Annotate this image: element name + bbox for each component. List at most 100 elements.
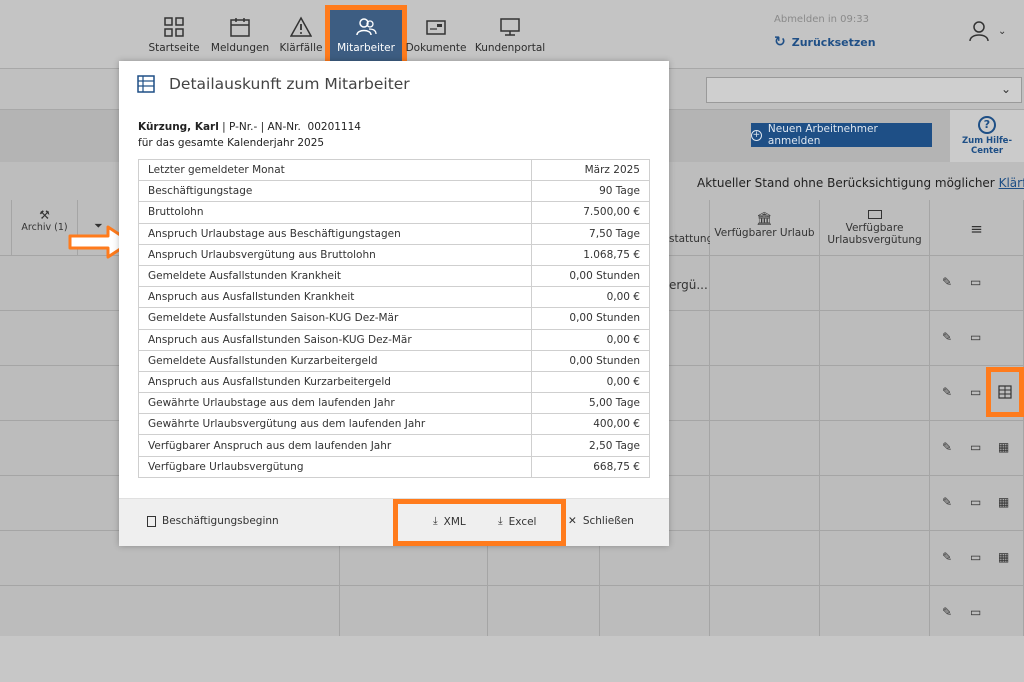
money-icon[interactable]: ▭	[970, 440, 981, 454]
user-icon	[969, 21, 989, 42]
chevron-down-icon: ⌄	[998, 25, 1007, 37]
detail-value: 0,00 €	[531, 370, 650, 394]
calendar-icon	[230, 18, 250, 37]
close-button[interactable]: ✕ Schließen	[568, 515, 634, 527]
nav-meldungen[interactable]: Meldungen	[208, 10, 272, 64]
column-header-verguetung[interactable]: Verfügbare Urlaubsvergütung	[820, 200, 930, 256]
status-line: Aktueller Stand ohne Berücksichtigung mö…	[697, 176, 1024, 190]
column-label: Verfügbare Urlaubsvergütung	[827, 222, 922, 246]
document-icon	[147, 515, 156, 527]
pencil-icon[interactable]: ✎	[942, 605, 952, 619]
detail-row: Letzter gemeldeter Monat März 2025	[138, 158, 650, 182]
table-cell	[820, 256, 930, 311]
new-employee-label: Neuen Arbeitnehmer anmelden	[767, 123, 878, 147]
detail-row: Anspruch aus Ausfallstunden Saison-KUG D…	[138, 328, 650, 351]
plus-circle-icon: +	[751, 129, 762, 141]
question-icon: ?	[978, 116, 996, 134]
detail-value: 0,00 €	[531, 328, 650, 351]
nav-mitarbeiter[interactable]: Mitarbeiter	[325, 5, 407, 69]
detail-value: 0,00 €	[531, 286, 650, 309]
monitor-icon	[500, 18, 520, 36]
column-header	[0, 200, 12, 256]
detail-row: Verfügbarer Anspruch aus dem laufenden J…	[138, 434, 650, 457]
detail-row: Verfügbare Urlaubsvergütung 668,75 €	[138, 455, 650, 478]
detail-value: 2,50 Tage	[531, 434, 650, 457]
detail-label: Verfügbare Urlaubsvergütung	[138, 455, 532, 478]
detail-label: Verfügbarer Anspruch aus dem laufenden J…	[138, 434, 532, 457]
money-icon[interactable]: ▭	[970, 275, 981, 289]
klaerfaelle-link[interactable]: Klärfälle	[999, 176, 1024, 190]
row-partial-text: ergü...	[669, 278, 708, 292]
detail-label: Anspruch aus Ausfallstunden Krankheit	[138, 286, 532, 309]
detail-row: Gewährte Urlaubsvergütung aus dem laufen…	[138, 413, 650, 436]
pencil-icon[interactable]: ✎	[942, 550, 952, 564]
period-text: für das gesamte Kalenderjahr 2025	[138, 137, 325, 149]
detail-value: 0,00 Stunden	[531, 307, 650, 330]
nav-dokumente[interactable]: Dokumente	[402, 10, 470, 64]
column-header-erstattung[interactable]: stattung	[669, 200, 714, 256]
nav-label: Startseite	[148, 42, 200, 54]
pencil-icon[interactable]: ✎	[942, 495, 952, 509]
detail-label: Gewährte Urlaubsvergütung aus dem laufen…	[138, 413, 532, 436]
table-icon[interactable]: ▦	[998, 550, 1009, 564]
help-center-button[interactable]: ? Zum Hilfe-Center	[950, 110, 1024, 162]
pencil-icon[interactable]: ✎	[942, 440, 952, 454]
detail-table-icon-highlight[interactable]	[986, 367, 1024, 417]
detail-value: 5,00 Tage	[531, 392, 650, 415]
table-cell	[710, 421, 820, 476]
nav-klaerfaelle[interactable]: Klärfälle	[272, 10, 330, 64]
nav-label: Mitarbeiter	[337, 42, 395, 54]
nav-startseite[interactable]: Startseite	[140, 10, 208, 64]
table-cell	[710, 531, 820, 586]
detail-row: Gemeldete Ausfallstunden Kurzarbeitergel…	[138, 349, 650, 372]
table-icon[interactable]: ▦	[998, 440, 1009, 454]
detail-value: März 2025	[531, 158, 650, 182]
column-header-menu[interactable]: ≡	[930, 200, 1024, 256]
close-icon: ✕	[568, 515, 577, 527]
detail-value: 0,00 Stunden	[531, 264, 650, 288]
detail-value: 400,00 €	[531, 413, 650, 436]
employment-start-label: Beschäftigungsbeginn	[162, 515, 279, 527]
detail-row: Gemeldete Ausfallstunden Saison-KUG Dez-…	[138, 307, 650, 330]
detail-label: Anspruch aus Ausfallstunden Kurzarbeiter…	[138, 370, 532, 394]
table-icon[interactable]: ▦	[998, 495, 1009, 509]
detail-label: Gewährte Urlaubstage aus dem laufenden J…	[138, 392, 532, 415]
nav-kundenportal[interactable]: Kundenportal	[470, 10, 550, 64]
table-cell	[710, 311, 820, 366]
money-icon[interactable]: ▭	[970, 495, 981, 509]
nav-label: Dokumente	[405, 42, 467, 54]
filter-select[interactable]: ⌄	[706, 77, 1022, 103]
column-header-urlaub[interactable]: 🏛 Verfügbarer Urlaub	[710, 200, 820, 256]
employment-start-button[interactable]: Beschäftigungsbeginn	[147, 515, 279, 527]
table-cell	[710, 366, 820, 421]
pencil-icon[interactable]: ✎	[942, 330, 952, 344]
tools-icon: ⚒	[39, 208, 50, 222]
employee-info: Kürzung, Karl | P-Nr.- | AN-Nr. 00201114…	[138, 119, 361, 151]
money-icon[interactable]: ▭	[970, 385, 981, 399]
table-cell	[710, 586, 820, 641]
detail-row: Beschäftigungstage 90 Tage	[138, 180, 650, 203]
money-icon	[867, 210, 882, 219]
pencil-icon[interactable]: ✎	[942, 385, 952, 399]
close-label: Schließen	[582, 515, 634, 527]
detail-row: Anspruch aus Ausfallstunden Kurzarbeiter…	[138, 370, 650, 394]
table-cell	[600, 586, 710, 641]
user-menu[interactable]: ⌄	[968, 20, 1006, 42]
employee-name: Kürzung, Karl	[138, 121, 219, 133]
people-icon	[356, 18, 377, 36]
money-icon[interactable]: ▭	[970, 330, 981, 344]
pencil-icon[interactable]: ✎	[942, 275, 952, 289]
main-nav: Startseite Meldungen Klärfälle Mitarbeit…	[140, 5, 550, 69]
new-employee-button[interactable]: + Neuen Arbeitnehmer anmelden	[751, 123, 932, 147]
detail-value: 7.500,00 €	[531, 201, 650, 224]
detail-label: Gemeldete Ausfallstunden Saison-KUG Dez-…	[138, 307, 532, 330]
bank-icon: 🏛	[756, 212, 773, 227]
table-cell	[820, 366, 930, 421]
column-label: stattung	[669, 233, 714, 245]
money-icon[interactable]: ▭	[970, 550, 981, 564]
reset-button[interactable]: ↻ Zurücksetzen	[774, 34, 876, 50]
nav-label: Meldungen	[210, 42, 270, 54]
money-icon[interactable]: ▭	[970, 605, 981, 619]
detail-label: Beschäftigungstage	[138, 180, 532, 203]
table-cell	[820, 311, 930, 366]
